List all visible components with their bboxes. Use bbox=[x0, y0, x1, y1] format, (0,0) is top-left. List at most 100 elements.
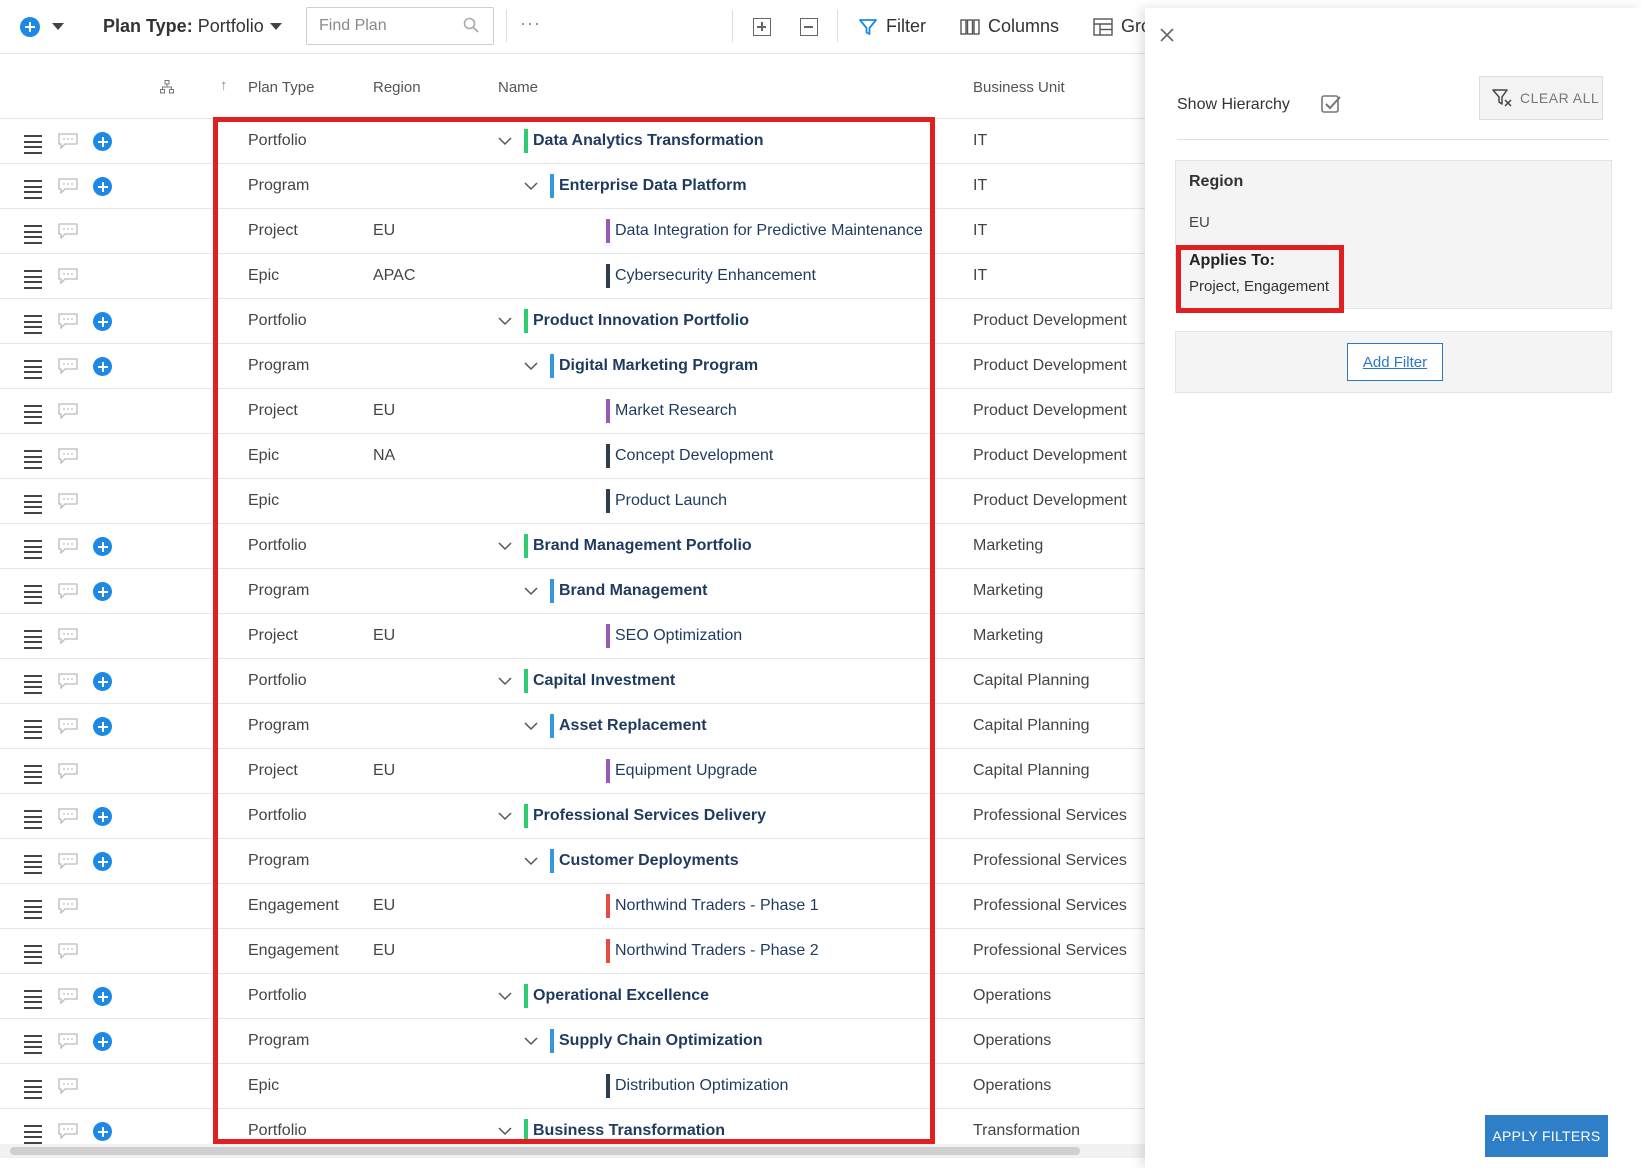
row-menu-icon[interactable] bbox=[24, 360, 42, 379]
chevron-down-icon[interactable] bbox=[524, 359, 538, 373]
comment-icon[interactable] bbox=[58, 358, 78, 374]
add-child-icon[interactable] bbox=[93, 1032, 112, 1051]
table-row[interactable]: Program Customer Deployments Professional … bbox=[0, 839, 1145, 884]
plan-name-link[interactable]: Northwind Traders - Phase 2 bbox=[615, 942, 819, 960]
table-row[interactable]: Project EU Equipment Upgrade Capital Planni… bbox=[0, 749, 1145, 794]
plan-name-link[interactable]: Customer Deployments bbox=[559, 852, 739, 870]
add-child-icon[interactable] bbox=[93, 672, 112, 691]
column-header-name[interactable]: Name bbox=[498, 79, 538, 96]
comment-icon[interactable] bbox=[58, 1123, 78, 1139]
chevron-down-icon[interactable] bbox=[524, 854, 538, 868]
row-menu-icon[interactable] bbox=[24, 630, 42, 649]
comment-icon[interactable] bbox=[58, 808, 78, 824]
plan-name-link[interactable]: Product Innovation Portfolio bbox=[533, 312, 749, 330]
plan-name-link[interactable]: Concept Development bbox=[615, 447, 773, 465]
chevron-down-icon[interactable] bbox=[498, 809, 512, 823]
add-child-icon[interactable] bbox=[93, 987, 112, 1006]
search-input[interactable] bbox=[307, 8, 447, 44]
row-menu-icon[interactable] bbox=[24, 270, 42, 289]
plan-name-link[interactable]: Professional Services Delivery bbox=[533, 807, 766, 825]
comment-icon[interactable] bbox=[58, 493, 78, 509]
table-row[interactable]: Portfolio Data Analytics Transformation IT bbox=[0, 119, 1145, 164]
table-row[interactable]: Program Enterprise Data Platform IT bbox=[0, 164, 1145, 209]
plan-name-link[interactable]: Supply Chain Optimization bbox=[559, 1032, 763, 1050]
plan-name-link[interactable]: Operational Excellence bbox=[533, 987, 709, 1005]
row-menu-icon[interactable] bbox=[24, 765, 42, 784]
add-child-icon[interactable] bbox=[93, 177, 112, 196]
column-header-business-unit[interactable]: Business Unit bbox=[973, 79, 1065, 96]
table-row[interactable]: Portfolio Brand Management Portfolio Marke… bbox=[0, 524, 1145, 569]
clear-all-button[interactable]: CLEAR ALL bbox=[1479, 76, 1603, 120]
columns-button[interactable]: Columns bbox=[960, 16, 1059, 37]
row-menu-icon[interactable] bbox=[24, 675, 42, 694]
close-icon[interactable] bbox=[1158, 26, 1176, 44]
comment-icon[interactable] bbox=[58, 988, 78, 1004]
plan-name-link[interactable]: Market Research bbox=[615, 402, 737, 420]
plan-name-link[interactable]: Equipment Upgrade bbox=[615, 762, 757, 780]
plan-name-link[interactable]: Brand Management Portfolio bbox=[533, 537, 752, 555]
plan-name-link[interactable]: Capital Investment bbox=[533, 672, 675, 690]
hierarchy-icon[interactable] bbox=[160, 80, 174, 94]
add-child-icon[interactable] bbox=[93, 852, 112, 871]
table-row[interactable]: Project EU SEO Optimization Marketing bbox=[0, 614, 1145, 659]
table-row[interactable]: Engagement EU Northwind Traders - Phase 1 P… bbox=[0, 884, 1145, 929]
comment-icon[interactable] bbox=[58, 1078, 78, 1094]
chevron-down-icon[interactable] bbox=[524, 1034, 538, 1048]
row-menu-icon[interactable] bbox=[24, 855, 42, 874]
chevron-down-icon[interactable] bbox=[498, 674, 512, 688]
sort-ascending-icon[interactable]: ↑ bbox=[220, 77, 228, 94]
row-menu-icon[interactable] bbox=[24, 450, 42, 469]
add-child-icon[interactable] bbox=[93, 537, 112, 556]
table-row[interactable]: Portfolio Capital Investment Capital Plann… bbox=[0, 659, 1145, 704]
comment-icon[interactable] bbox=[58, 538, 78, 554]
row-menu-icon[interactable] bbox=[24, 1035, 42, 1054]
table-row[interactable]: Portfolio Professional Services Delivery P… bbox=[0, 794, 1145, 839]
plan-name-link[interactable]: Brand Management bbox=[559, 582, 707, 600]
comment-icon[interactable] bbox=[58, 178, 78, 194]
add-child-icon[interactable] bbox=[93, 132, 112, 151]
show-hierarchy-checkbox[interactable] bbox=[1320, 93, 1342, 115]
add-child-icon[interactable] bbox=[93, 357, 112, 376]
column-header-region[interactable]: Region bbox=[373, 79, 421, 96]
comment-icon[interactable] bbox=[58, 943, 78, 959]
row-menu-icon[interactable] bbox=[24, 1080, 42, 1099]
plan-type-selector[interactable]: Plan Type: Portfolio bbox=[103, 16, 264, 37]
add-filter-button[interactable]: Add Filter bbox=[1347, 343, 1443, 381]
table-row[interactable]: Program Brand Management Marketing bbox=[0, 569, 1145, 614]
comment-icon[interactable] bbox=[58, 673, 78, 689]
comment-icon[interactable] bbox=[58, 448, 78, 464]
plan-name-link[interactable]: SEO Optimization bbox=[615, 627, 742, 645]
comment-icon[interactable] bbox=[58, 133, 78, 149]
row-menu-icon[interactable] bbox=[24, 810, 42, 829]
comment-icon[interactable] bbox=[58, 1033, 78, 1049]
row-menu-icon[interactable] bbox=[24, 135, 42, 154]
add-child-icon[interactable] bbox=[93, 312, 112, 331]
chevron-down-icon[interactable] bbox=[498, 1124, 512, 1138]
chevron-down-icon[interactable] bbox=[498, 989, 512, 1003]
row-menu-icon[interactable] bbox=[24, 1125, 42, 1144]
comment-icon[interactable] bbox=[58, 718, 78, 734]
add-child-icon[interactable] bbox=[93, 1122, 112, 1141]
plan-name-link[interactable]: Enterprise Data Platform bbox=[559, 177, 747, 195]
comment-icon[interactable] bbox=[58, 313, 78, 329]
add-child-icon[interactable] bbox=[93, 582, 112, 601]
row-menu-icon[interactable] bbox=[24, 720, 42, 739]
row-menu-icon[interactable] bbox=[24, 225, 42, 244]
table-row[interactable]: Epic NA Concept Development Product Develop… bbox=[0, 434, 1145, 479]
chevron-down-icon[interactable] bbox=[498, 134, 512, 148]
collapse-all-icon[interactable] bbox=[800, 18, 818, 36]
plan-name-link[interactable]: Distribution Optimization bbox=[615, 1077, 788, 1095]
table-row[interactable]: Portfolio Product Innovation Portfolio Pro… bbox=[0, 299, 1145, 344]
comment-icon[interactable] bbox=[58, 763, 78, 779]
add-child-icon[interactable] bbox=[93, 717, 112, 736]
comment-icon[interactable] bbox=[58, 853, 78, 869]
row-menu-icon[interactable] bbox=[24, 405, 42, 424]
plan-name-link[interactable]: Northwind Traders - Phase 1 bbox=[615, 897, 819, 915]
table-row[interactable]: Portfolio Operational Excellence Operation… bbox=[0, 974, 1145, 1019]
group-button[interactable]: Gro bbox=[1093, 16, 1151, 37]
table-row[interactable]: Project EU Data Integration for Predictive… bbox=[0, 209, 1145, 254]
comment-icon[interactable] bbox=[58, 583, 78, 599]
row-menu-icon[interactable] bbox=[24, 585, 42, 604]
add-plan-icon[interactable] bbox=[20, 17, 40, 37]
column-header-plan-type[interactable]: Plan Type bbox=[248, 79, 314, 96]
